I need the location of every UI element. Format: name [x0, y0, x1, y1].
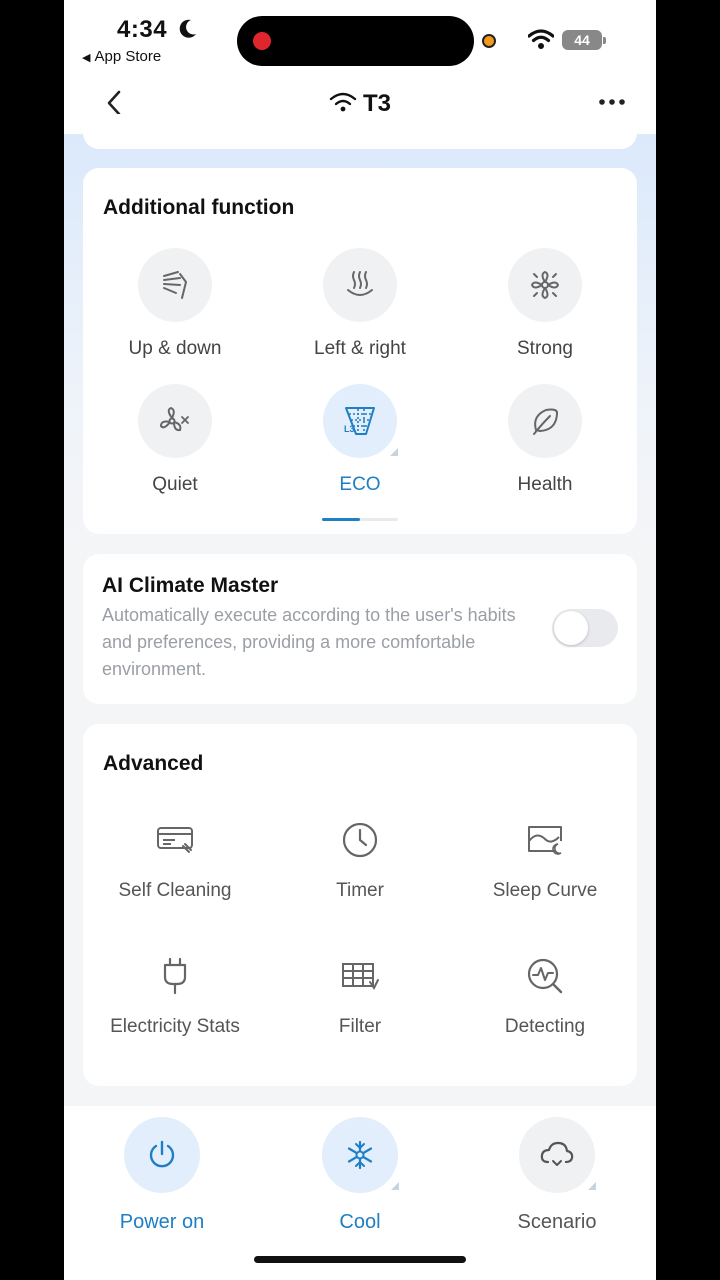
ai-climate-title: AI Climate Master — [102, 574, 279, 597]
advanced-label: Self Cleaning — [118, 880, 232, 901]
advanced-sleep-curve[interactable]: Sleep Curve — [453, 818, 637, 902]
page-indicator-active — [322, 518, 360, 521]
clock-icon — [342, 822, 378, 858]
sleep-curve-icon — [528, 826, 562, 855]
advanced-label: Electricity Stats — [110, 1016, 240, 1037]
ai-climate-toggle[interactable] — [552, 609, 618, 647]
advanced-timer[interactable]: Timer — [268, 818, 452, 902]
function-label: Up & down — [128, 338, 222, 359]
scenario-label: Scenario — [517, 1211, 597, 1233]
section-title: Additional function — [103, 196, 295, 219]
moon-icon — [179, 19, 196, 38]
corner-marker — [390, 448, 398, 456]
advanced-label: Sleep Curve — [492, 880, 598, 901]
dynamic-island — [237, 16, 474, 66]
mode-cool-button[interactable]: Cool — [268, 1117, 452, 1234]
function-circle[interactable] — [508, 384, 582, 458]
page-indicator — [322, 518, 398, 521]
advanced-label: Filter — [338, 1016, 382, 1037]
strong-fan-icon — [530, 270, 560, 300]
function-label: ECO — [339, 474, 381, 495]
advanced-label: Detecting — [504, 1016, 586, 1037]
mode-circle[interactable] — [322, 1117, 399, 1193]
filter-icon — [342, 963, 379, 990]
function-quiet[interactable]: Quiet — [83, 384, 267, 496]
wifi-connected-icon — [329, 92, 357, 112]
scroll-content[interactable]: Additional function Up & down Left & rig… — [64, 114, 656, 1106]
page-indicator-inactive — [360, 518, 398, 521]
scenario-circle[interactable] — [519, 1117, 596, 1193]
back-to-app-link[interactable]: ◀ App Store — [82, 48, 161, 65]
quiet-fan-icon — [159, 406, 189, 432]
home-indicator[interactable] — [254, 1256, 466, 1263]
scenario-button[interactable]: Scenario — [465, 1117, 649, 1234]
wifi-status-icon — [528, 29, 554, 49]
function-eco[interactable]: L3 ECO — [268, 384, 452, 496]
self-cleaning-icon — [157, 827, 193, 853]
function-circle[interactable] — [138, 248, 212, 322]
advanced-self-cleaning[interactable]: Self Cleaning — [83, 818, 267, 902]
power-button[interactable]: Power on — [70, 1117, 254, 1234]
status-time: 4:34 — [117, 16, 168, 43]
function-health[interactable]: Health — [453, 384, 637, 496]
advanced-electricity-stats[interactable]: Electricity Stats — [83, 954, 267, 1038]
function-strong[interactable]: Strong — [453, 248, 637, 360]
mode-label: Cool — [339, 1211, 381, 1233]
power-icon — [149, 1140, 175, 1168]
more-options-icon[interactable] — [598, 98, 626, 106]
bottom-control-bar: Power on Cool Scenario — [64, 1106, 656, 1280]
function-circle[interactable] — [508, 248, 582, 322]
additional-function-card: Additional function Up & down Left & rig… — [83, 168, 637, 534]
function-label: Quiet — [152, 474, 198, 495]
advanced-detecting[interactable]: Detecting — [453, 954, 637, 1038]
toggle-knob — [554, 611, 588, 645]
cloud-icon — [540, 1141, 574, 1166]
function-circle-active[interactable]: L3 — [323, 384, 398, 458]
back-triangle-icon: ◀ — [82, 52, 91, 64]
detecting-icon — [527, 958, 563, 994]
function-up-down[interactable]: Up & down — [83, 248, 267, 360]
recording-dot-icon — [253, 32, 271, 50]
advanced-filter[interactable]: Filter — [268, 954, 452, 1038]
function-circle[interactable] — [138, 384, 212, 458]
function-label: Left & right — [314, 338, 406, 359]
snowflake-icon — [347, 1140, 373, 1170]
privacy-indicator-dot — [482, 34, 496, 48]
swing-vertical-icon — [163, 271, 187, 299]
ai-climate-card: AI Climate Master Automatically execute … — [83, 554, 637, 704]
phone-screen: 4:34 ◀ App Store 44 T3 Additional functi… — [64, 0, 656, 1280]
power-circle[interactable] — [124, 1117, 200, 1193]
corner-marker — [391, 1182, 399, 1190]
leaf-icon — [533, 408, 559, 435]
corner-marker — [588, 1182, 596, 1190]
advanced-card: Advanced Self Cleaning Timer Sleep Curve… — [83, 724, 637, 1086]
function-label: Health — [517, 474, 573, 495]
previous-card-bottom — [83, 114, 637, 149]
power-label: Power on — [119, 1211, 205, 1233]
plug-icon — [163, 957, 187, 995]
svg-text:L3: L3 — [344, 424, 355, 434]
eco-icon: L3 — [344, 407, 375, 435]
advanced-label: Timer — [336, 880, 384, 901]
ai-climate-description: Automatically execute according to the u… — [102, 605, 516, 679]
function-circle[interactable] — [323, 248, 397, 322]
section-title: Advanced — [103, 752, 204, 775]
status-bar: 4:34 ◀ App Store 44 — [64, 0, 656, 80]
battery-indicator: 44 — [562, 30, 606, 50]
function-left-right[interactable]: Left & right — [268, 248, 452, 360]
function-label: Strong — [517, 338, 573, 359]
swing-horizontal-icon — [347, 271, 373, 296]
